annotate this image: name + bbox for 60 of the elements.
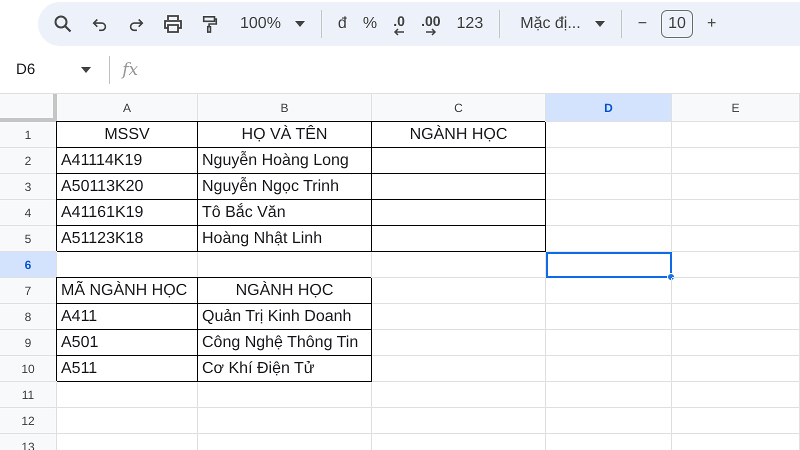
table-cell[interactable]: HỌ VÀ TÊN xyxy=(198,122,372,148)
table-cell[interactable] xyxy=(372,226,546,252)
dropdown[interactable]: Mặc đị... xyxy=(512,15,613,33)
right-arrow-icon xyxy=(424,28,437,36)
table-cell[interactable]: Nguyễn Hoàng Long xyxy=(198,148,372,174)
table-cell[interactable]: Quản Trị Kinh Doanh xyxy=(198,304,372,330)
table-cell[interactable]: Nguyễn Ngọc Trinh xyxy=(198,174,372,200)
selected-cell[interactable] xyxy=(546,252,672,278)
caret-icon xyxy=(81,66,92,72)
row-header[interactable]: 10 xyxy=(0,356,57,382)
column-header[interactable]: C xyxy=(372,94,546,122)
toolbar-button[interactable]: + xyxy=(699,15,724,33)
row-header[interactable]: 2 xyxy=(0,148,57,174)
table-cell[interactable]: A511 xyxy=(57,356,198,382)
left-arrow-icon xyxy=(393,28,406,36)
select-all-corner[interactable] xyxy=(0,94,57,122)
caret-icon xyxy=(594,21,605,27)
name-box[interactable]: D6 xyxy=(0,61,102,78)
column-header[interactable]: B xyxy=(198,94,372,122)
row-header[interactable]: 12 xyxy=(0,408,57,434)
table-cell[interactable]: A411 xyxy=(57,304,198,330)
fx-label: fx xyxy=(122,60,138,80)
toolbar-button[interactable]: − xyxy=(630,15,656,33)
print-icon[interactable] xyxy=(163,14,183,34)
row-header[interactable]: 11 xyxy=(0,382,57,408)
font-size-field[interactable]: 10 xyxy=(661,10,694,38)
row-header[interactable]: 9 xyxy=(0,330,57,356)
table-cell[interactable]: NGÀNH HỌC xyxy=(198,278,372,304)
row-header[interactable]: 5 xyxy=(0,226,57,252)
table-cell[interactable]: Công Nghệ Thông Tin xyxy=(198,330,372,356)
row-header[interactable]: 4 xyxy=(0,200,57,226)
table-cell[interactable]: Hoàng Nhật Linh xyxy=(198,226,372,252)
table-cell[interactable]: MSSV xyxy=(57,122,198,148)
paint-roller-icon[interactable] xyxy=(201,14,219,34)
caret-icon xyxy=(294,21,305,27)
row-header[interactable]: 6 xyxy=(0,252,57,278)
dropdown[interactable]: 100% xyxy=(232,15,313,33)
table-cell[interactable]: A51123K18 xyxy=(57,226,198,252)
table-cell[interactable]: A41161K19 xyxy=(57,200,198,226)
row-header[interactable]: 7 xyxy=(0,278,57,304)
table-cell[interactable]: A41114K19 xyxy=(57,148,198,174)
column-header[interactable]: A xyxy=(57,94,198,122)
row-header[interactable]: 1 xyxy=(0,122,57,148)
table-cell[interactable]: A50113K20 xyxy=(57,174,198,200)
column-header[interactable]: D xyxy=(546,94,672,122)
table-cell[interactable]: NGÀNH HỌC xyxy=(372,122,546,148)
row-header[interactable]: 8 xyxy=(0,304,57,330)
table-cell[interactable]: Cơ Khí Điện Tử xyxy=(198,356,372,382)
toolbar-button[interactable]: .00 xyxy=(413,12,449,36)
fill-handle[interactable] xyxy=(667,273,675,281)
table-cell[interactable]: A501 xyxy=(57,330,198,356)
toolbar-button[interactable]: 123 xyxy=(448,15,492,33)
column-header[interactable]: E xyxy=(672,94,800,122)
row-header[interactable]: 3 xyxy=(0,174,57,200)
search-icon[interactable] xyxy=(53,14,73,34)
toolbar-button[interactable]: % xyxy=(354,15,386,33)
toolbar-button[interactable]: .0 xyxy=(385,12,414,36)
toolbar-button[interactable]: đ xyxy=(330,15,355,33)
table-cell[interactable]: Tô Bắc Văn xyxy=(198,200,372,226)
table-cell[interactable]: MÃ NGÀNH HỌC xyxy=(57,278,198,304)
